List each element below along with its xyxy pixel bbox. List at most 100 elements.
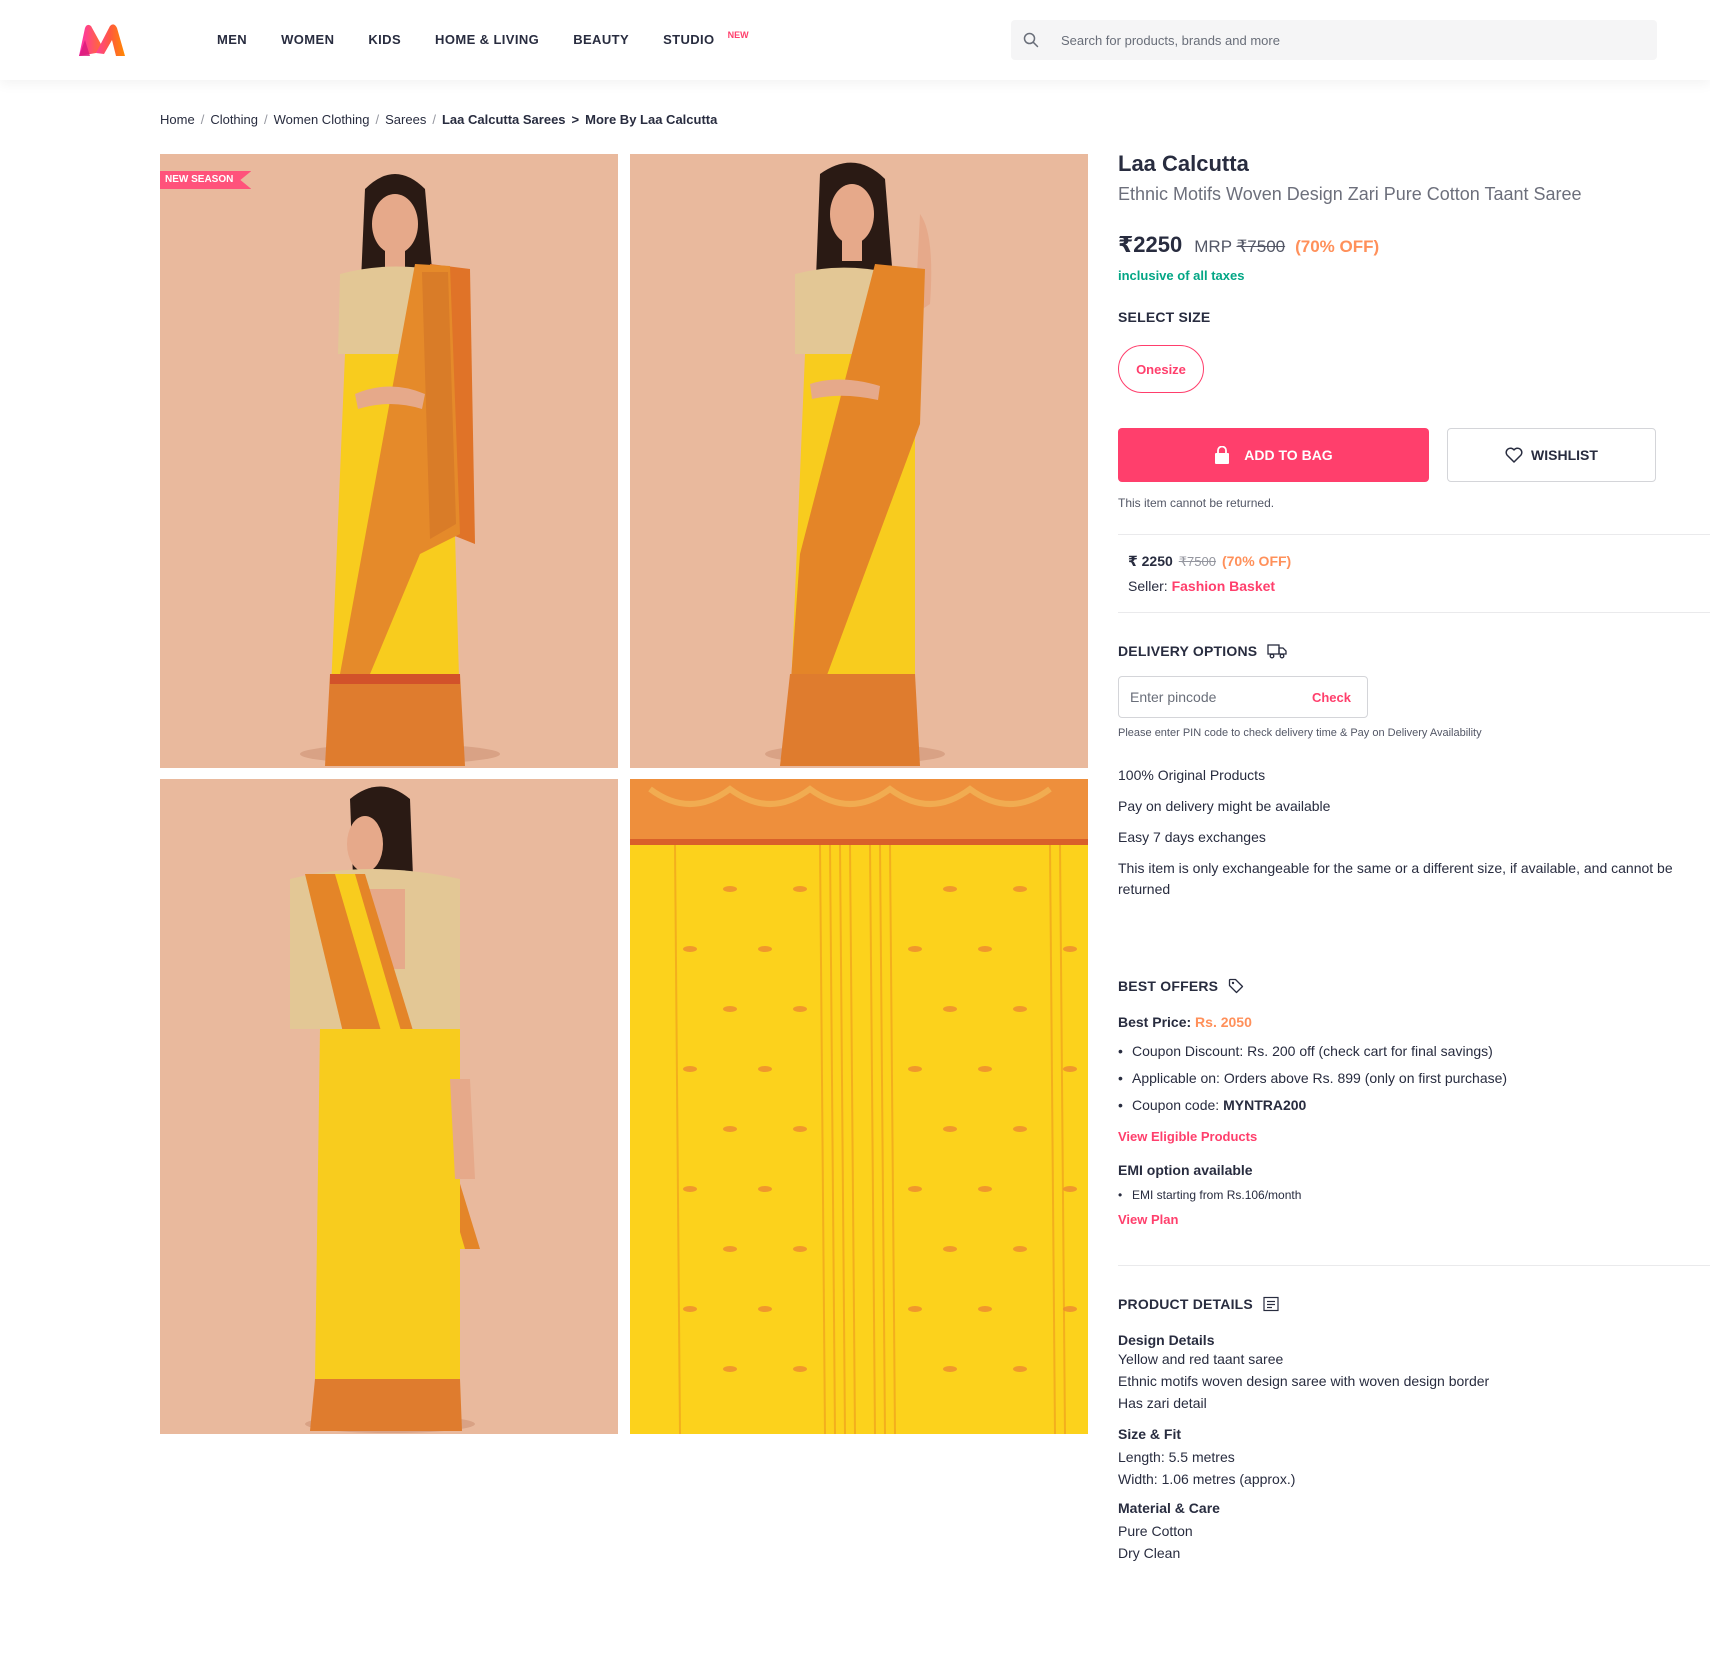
divider — [1118, 612, 1710, 613]
nav-kids[interactable]: KIDS — [351, 0, 418, 80]
heart-icon — [1505, 447, 1523, 463]
nav-men-label: MEN — [217, 32, 248, 47]
pincode-check-button[interactable]: Check — [1312, 690, 1351, 705]
product-info-panel: Laa Calcutta Ethnic Motifs Woven Design … — [1118, 150, 1710, 1564]
emi-item: EMI starting from Rs.106/month — [1118, 1186, 1710, 1204]
nav-men[interactable]: MEN — [200, 0, 264, 80]
select-size-label: SELECT SIZE — [1118, 309, 1211, 325]
design-line: Has zari detail — [1118, 1395, 1207, 1411]
main-nav: MEN WOMEN KIDS HOME & LIVING BEAUTY STUD… — [200, 0, 749, 80]
pincode-box: Check — [1118, 676, 1368, 718]
design-details-section: Design Details Yellow and red taant sare… — [1118, 1332, 1710, 1414]
best-price-value: Rs. 2050 — [1195, 1014, 1252, 1030]
nav-women[interactable]: WOMEN — [264, 0, 351, 80]
offer-item-coupon-code: Coupon code: MYNTRA200 — [1118, 1092, 1710, 1119]
design-line: Yellow and red taant saree — [1118, 1351, 1284, 1367]
seller-name[interactable]: Fashion Basket — [1172, 578, 1275, 594]
material-line: Dry Clean — [1118, 1545, 1181, 1561]
design-line: Ethnic motifs woven design saree with wo… — [1118, 1373, 1490, 1389]
search-input[interactable] — [1051, 20, 1631, 60]
seller-mrp: ₹7500 — [1178, 554, 1216, 569]
breadcrumb-women-clothing[interactable]: Women Clothing — [274, 112, 370, 127]
material-care-title: Material & Care — [1118, 1500, 1220, 1516]
delivery-features: 100% Original Products Pay on delivery m… — [1118, 765, 1710, 900]
myntra-logo[interactable] — [76, 20, 128, 60]
nav-beauty[interactable]: BEAUTY — [556, 0, 646, 80]
emi-title: EMI option available — [1118, 1162, 1253, 1178]
delivery-title-text: DELIVERY OPTIONS — [1118, 643, 1258, 659]
breadcrumb-separator: / — [375, 112, 380, 127]
nav-studio[interactable]: STUDIO NEW — [646, 0, 749, 80]
pincode-note: Please enter PIN code to check delivery … — [1118, 727, 1482, 739]
nav-home-living-label: HOME & LIVING — [435, 32, 540, 47]
feature-exchange-policy: This item is only exchangeable for the s… — [1118, 860, 1673, 897]
product-image-front[interactable]: NEW SEASON — [160, 154, 618, 768]
coupon-code-label: Coupon code: — [1132, 1097, 1220, 1113]
divider — [1118, 1265, 1710, 1266]
breadcrumb-separator: / — [432, 112, 436, 127]
new-tag: NEW — [727, 30, 749, 40]
wishlist-button[interactable]: WISHLIST — [1447, 428, 1656, 482]
price-row: ₹2250 MRP ₹7500 (70% OFF) — [1118, 232, 1710, 258]
add-to-bag-button[interactable]: ADD TO BAG — [1118, 428, 1429, 482]
product-brand[interactable]: Laa Calcutta — [1118, 150, 1710, 178]
nav-studio-label: STUDIO — [663, 32, 715, 47]
best-price-label: Best Price: — [1118, 1014, 1192, 1030]
breadcrumb-chevron: > — [571, 112, 580, 127]
breadcrumb-brand-sarees[interactable]: Laa Calcutta Sarees — [442, 112, 566, 127]
material-care-section: Material & Care Pure Cotton Dry Clean — [1118, 1500, 1710, 1564]
search-icon[interactable] — [1011, 32, 1051, 48]
new-season-badge: NEW SEASON — [160, 171, 252, 189]
size-fit-section: Size & Fit Length: 5.5 metres Width: 1.0… — [1118, 1426, 1710, 1490]
seller-discount: (70% OFF) — [1221, 553, 1292, 569]
breadcrumb-separator: / — [200, 112, 205, 127]
product-details-title-text: PRODUCT DETAILS — [1118, 1296, 1253, 1312]
size-fit-title: Size & Fit — [1118, 1426, 1182, 1442]
seller-line: Seller: Fashion Basket — [1128, 578, 1700, 594]
details-list-icon — [1263, 1296, 1279, 1312]
product-image-back[interactable] — [160, 779, 618, 1434]
product-image-fabric-closeup[interactable] — [630, 779, 1088, 1434]
nav-beauty-label: BEAUTY — [573, 32, 630, 47]
best-offers-title-text: BEST OFFERS — [1118, 978, 1219, 994]
best-price: Best Price: Rs. 2050 — [1118, 1014, 1710, 1030]
breadcrumb-clothing[interactable]: Clothing — [210, 112, 258, 127]
best-offers-title: BEST OFFERS — [1118, 978, 1710, 994]
selling-price: ₹2250 — [1118, 232, 1183, 257]
breadcrumb-more-by-brand[interactable]: More By Laa Calcutta — [585, 112, 717, 127]
mrp-value: ₹7500 — [1236, 237, 1286, 256]
size-fit-line: Length: 5.5 metres — [1118, 1449, 1235, 1465]
discount-percent: (70% OFF) — [1295, 237, 1380, 256]
offer-item-applicable-on: Applicable on: Orders above Rs. 899 (onl… — [1118, 1065, 1710, 1092]
offer-item-coupon-discount: Coupon Discount: Rs. 200 off (check cart… — [1118, 1038, 1710, 1065]
search-bar[interactable] — [1011, 20, 1657, 60]
seller-label: Seller: — [1128, 578, 1168, 594]
nav-home-living[interactable]: HOME & LIVING — [418, 0, 556, 80]
size-fit-line: Width: 1.06 metres (approx.) — [1118, 1471, 1296, 1487]
bag-icon — [1215, 446, 1230, 464]
product-image-side[interactable] — [630, 154, 1088, 768]
seller-box: ₹ 2250 ₹7500 (70% OFF) Seller: Fashion B… — [1118, 535, 1710, 612]
nav-women-label: WOMEN — [281, 32, 335, 47]
tag-icon — [1229, 978, 1244, 994]
feature-pay-on-delivery: Pay on delivery might be available — [1118, 798, 1331, 814]
pincode-input[interactable] — [1130, 689, 1280, 705]
feature-original: 100% Original Products — [1118, 767, 1266, 783]
product-details-title: PRODUCT DETAILS — [1118, 1296, 1710, 1312]
breadcrumb-sarees[interactable]: Sarees — [385, 112, 426, 127]
seller-price-row: ₹ 2250 ₹7500 (70% OFF) — [1128, 553, 1700, 570]
return-policy-note: This item cannot be returned. — [1118, 496, 1275, 510]
add-to-bag-label: ADD TO BAG — [1244, 447, 1333, 463]
mrp: MRP ₹7500 — [1194, 237, 1285, 257]
size-button-onesize[interactable]: Onesize — [1118, 345, 1204, 393]
breadcrumb-home[interactable]: Home — [160, 112, 195, 127]
truck-icon — [1267, 644, 1287, 659]
feature-exchanges: Easy 7 days exchanges — [1118, 829, 1266, 845]
coupon-code: MYNTRA200 — [1223, 1097, 1307, 1113]
offer-list: Coupon Discount: Rs. 200 off (check cart… — [1118, 1038, 1710, 1119]
design-details-title: Design Details — [1118, 1332, 1215, 1348]
wishlist-label: WISHLIST — [1531, 447, 1598, 463]
view-plan-link[interactable]: View Plan — [1118, 1212, 1710, 1227]
breadcrumb-separator: / — [264, 112, 268, 127]
view-eligible-products-link[interactable]: View Eligible Products — [1118, 1129, 1710, 1144]
